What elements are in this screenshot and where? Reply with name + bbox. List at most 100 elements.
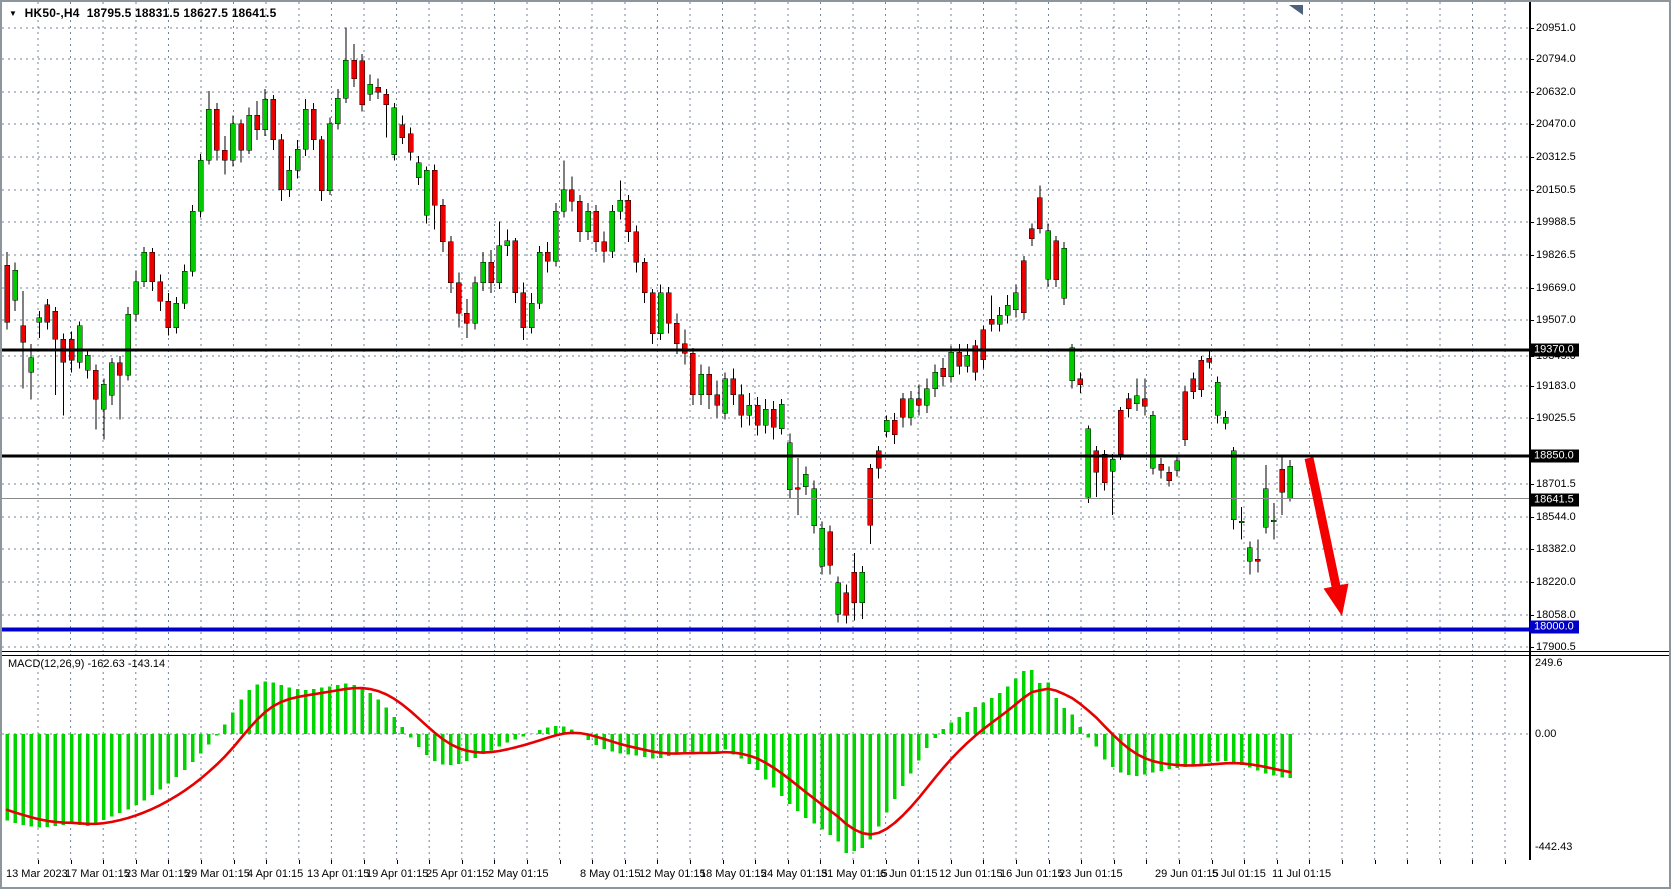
ohlc-open: 18795.5	[86, 6, 132, 20]
candle-body	[1109, 458, 1116, 472]
macd-axis-label: 249.6	[1535, 657, 1563, 669]
price-badge-18850.0: 18850.0	[1530, 449, 1579, 463]
candle-body	[706, 374, 712, 396]
time-tick	[690, 860, 691, 864]
candle-body	[351, 60, 357, 79]
candle-body	[504, 240, 511, 247]
macd-indicator-label: MACD(12,26,9) -162.63 -143.14	[8, 658, 166, 670]
price-axis-label: 18382.0	[1536, 543, 1576, 555]
candle-body	[690, 352, 696, 396]
time-tick	[983, 860, 985, 864]
candle-body	[520, 292, 527, 328]
candle-body	[335, 97, 341, 124]
candle-body	[367, 84, 373, 95]
candle-body	[359, 60, 365, 105]
candle-body	[310, 109, 317, 141]
candlestick-chart[interactable]	[2, 2, 1529, 652]
chart-title: ▼ HK50-,H4 18795.5 18831.5 18627.5 18641…	[9, 6, 276, 20]
candle-body	[456, 282, 462, 314]
candle-body	[407, 133, 414, 153]
macd-signal-line	[5, 686, 1292, 836]
time-tick	[1179, 860, 1180, 864]
candle-body	[1037, 197, 1043, 229]
time-tick	[1081, 860, 1083, 864]
candle-body	[262, 98, 268, 130]
time-axis-label: 8 May 01:15	[580, 868, 641, 880]
time-tick	[1113, 860, 1115, 864]
candle-body	[1182, 391, 1188, 440]
candle-body	[431, 170, 438, 206]
candle-body	[189, 211, 196, 272]
candle-body	[197, 160, 204, 212]
price-axis-label: 19507.0	[1536, 314, 1576, 326]
candle-body	[641, 262, 648, 294]
candle-body	[109, 362, 115, 396]
candle-body	[544, 251, 551, 262]
price-axis-label: 18220.0	[1536, 576, 1576, 588]
ohlc-close: 18641.5	[231, 6, 277, 20]
candle-body	[1125, 398, 1132, 409]
candle-body	[294, 148, 301, 171]
candle-body	[101, 383, 107, 410]
symbol-dropdown-icon[interactable]: ▼	[9, 9, 17, 18]
candle-body	[593, 211, 599, 243]
candle-body	[1238, 521, 1245, 524]
candle-body	[464, 313, 470, 324]
candle-body	[1255, 558, 1261, 562]
candle-body	[12, 270, 18, 301]
candle-body	[1069, 347, 1075, 381]
time-tick	[1439, 860, 1441, 864]
time-axis-label: 13 Mar 2023	[6, 868, 68, 880]
candle-body	[738, 394, 745, 416]
candle-body	[577, 200, 583, 232]
candle-body	[423, 170, 430, 216]
time-axis-label: 25 Apr 01:15	[426, 868, 489, 880]
candle-body	[1085, 428, 1092, 498]
price-tick	[1529, 320, 1534, 321]
price-axis-label: 19988.5	[1536, 216, 1576, 228]
price-axis-label: 19183.0	[1536, 380, 1576, 392]
time-tick	[364, 860, 365, 864]
candle-body	[682, 343, 688, 354]
time-tick	[331, 860, 333, 864]
time-axis[interactable]: 13 Mar 2023 17 Mar 01:15 23 Mar 01:15 29 Ma…	[2, 860, 1669, 887]
candle-body	[649, 292, 656, 334]
pane-separator[interactable]	[2, 651, 1669, 652]
candle-body	[536, 251, 543, 304]
price-tick	[1529, 157, 1534, 158]
candle-body	[657, 292, 664, 334]
price-axis-label: 19025.5	[1536, 412, 1576, 424]
macd-indicator-pane[interactable]	[2, 654, 1529, 860]
main-grid	[2, 2, 1529, 652]
bar-shift-marker-icon[interactable]	[1288, 4, 1304, 16]
candle-body	[383, 94, 390, 105]
candle-body	[617, 199, 624, 212]
price-tick	[1529, 124, 1534, 125]
time-tick	[527, 860, 528, 864]
time-tick	[461, 860, 463, 864]
time-axis-label: 24 May 01:15	[761, 868, 828, 880]
price-axis-label: 20312.5	[1536, 151, 1576, 163]
price-tick	[1529, 615, 1534, 616]
candle-body	[1174, 460, 1180, 471]
candle-body	[924, 388, 930, 406]
price-tick	[1529, 517, 1534, 518]
candle-body	[754, 404, 761, 426]
candle-body	[843, 592, 850, 616]
time-axis-label: 29 Jun 01:15	[1155, 868, 1219, 880]
macd-histogram	[5, 670, 1292, 854]
candle-body	[1029, 228, 1035, 239]
trading-chart-window: ▼ HK50-,H4 18795.5 18831.5 18627.5 18641…	[0, 0, 1671, 889]
candle-body	[302, 109, 309, 150]
candle-body	[819, 528, 825, 567]
candle-body	[173, 302, 180, 328]
candle-body	[835, 582, 841, 615]
candle-body	[44, 304, 51, 323]
candle-body	[318, 139, 325, 192]
symbol-period-label: HK50-,H4	[24, 6, 80, 20]
time-tick	[918, 860, 920, 864]
candle-body	[811, 488, 817, 527]
time-tick	[494, 860, 496, 864]
candle-body	[1287, 466, 1293, 499]
candle-body	[415, 162, 422, 178]
